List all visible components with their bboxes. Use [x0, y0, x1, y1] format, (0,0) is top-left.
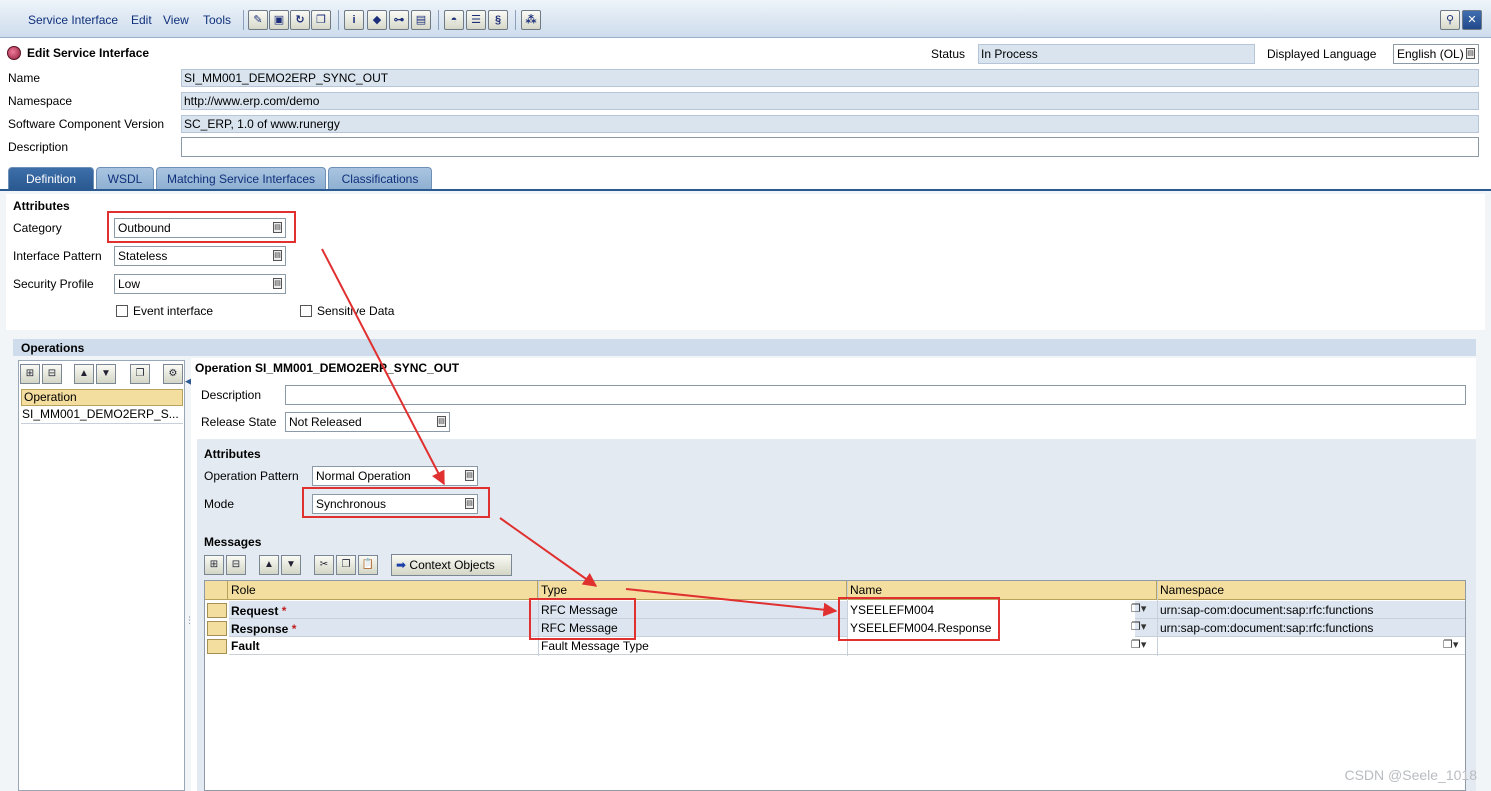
arrow-mode-to-type [499, 517, 598, 587]
arrow-type-to-name [625, 588, 838, 617]
watermark-text: CSDN @Seele_1018 [1344, 767, 1477, 783]
arrow-category-to-mode [321, 248, 445, 486]
annotation-arrows [321, 248, 838, 617]
